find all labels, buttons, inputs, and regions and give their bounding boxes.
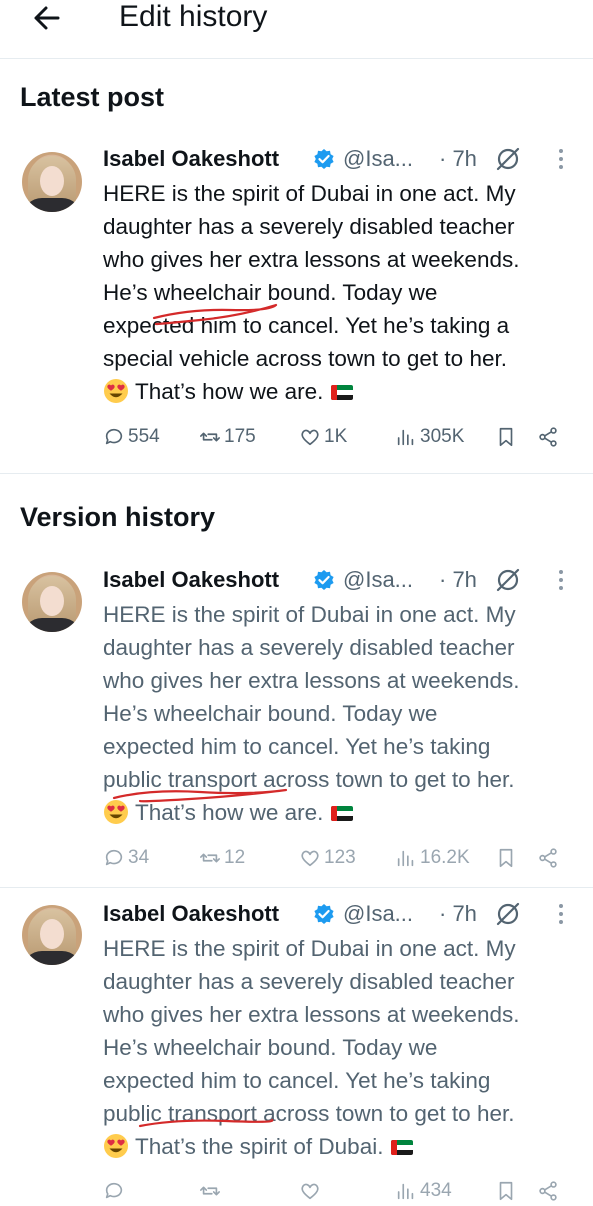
bookmark-button[interactable] — [495, 843, 520, 873]
divider — [0, 473, 593, 474]
more-icon[interactable] — [551, 565, 571, 595]
bookmark-icon — [499, 427, 513, 447]
divider — [0, 58, 593, 59]
avatar[interactable] — [22, 905, 82, 965]
latest-post-heading: Latest post — [20, 82, 165, 112]
heart-eyes-emoji — [104, 379, 128, 403]
like-icon — [301, 850, 319, 867]
avatar[interactable] — [22, 152, 82, 212]
repost-button[interactable] — [199, 1176, 224, 1206]
repost-icon — [200, 853, 220, 863]
author-name[interactable]: Isabel Oakeshott — [103, 565, 279, 595]
views-button[interactable]: 434 — [395, 1176, 452, 1206]
version-history-heading: Version history — [20, 502, 216, 532]
grok-icon[interactable] — [495, 901, 521, 927]
share-button[interactable] — [537, 843, 562, 873]
back-button[interactable] — [28, 0, 68, 36]
views-icon — [397, 429, 414, 446]
uae-flag-emoji — [391, 1140, 414, 1155]
post-text: HERE is the spirit of Dubai in one act. … — [103, 181, 520, 404]
repost-button[interactable]: 175 — [199, 422, 256, 452]
repost-icon — [200, 432, 220, 442]
post-text: HERE is the spirit of Dubai in one act. … — [103, 936, 520, 1159]
reply-icon — [105, 428, 123, 445]
share-button[interactable] — [537, 422, 562, 452]
reply-icon — [105, 849, 123, 866]
heart-eyes-emoji — [104, 1134, 128, 1158]
author-name[interactable]: Isabel Oakeshott — [103, 899, 279, 929]
bookmark-button[interactable] — [495, 1176, 520, 1206]
post-actions: 434 — [103, 1176, 573, 1206]
share-icon — [539, 427, 557, 447]
share-icon — [539, 848, 557, 868]
post-header: Isabel Oakeshott @Isa... · 7h — [103, 144, 583, 174]
like-icon — [301, 429, 319, 446]
author-handle[interactable]: @Isa... — [343, 565, 413, 595]
verified-badge-icon — [314, 904, 334, 924]
more-icon[interactable] — [551, 899, 571, 929]
more-icon[interactable] — [551, 144, 571, 174]
grok-icon[interactable] — [495, 567, 521, 593]
top-bar: Edit history — [0, 0, 593, 42]
views-button[interactable]: 16.2K — [395, 843, 470, 873]
divider — [0, 887, 593, 888]
post-actions: 554 175 1K 305K — [103, 422, 573, 452]
author-name[interactable]: Isabel Oakeshott — [103, 144, 279, 174]
post-actions: 34 12 123 16.2K — [103, 843, 573, 873]
uae-flag-emoji — [331, 806, 354, 821]
post-text: HERE is the spirit of Dubai in one act. … — [103, 602, 520, 825]
post-time[interactable]: · 7h — [439, 899, 477, 929]
uae-flag-emoji — [331, 385, 354, 400]
bookmark-button[interactable] — [495, 422, 520, 452]
reply-button[interactable]: 554 — [103, 422, 160, 452]
bookmark-icon — [499, 848, 513, 868]
verified-badge-icon — [314, 149, 334, 169]
back-arrow-icon — [34, 6, 60, 30]
reply-button[interactable] — [103, 1176, 128, 1206]
like-button[interactable]: 1K — [299, 422, 347, 452]
heart-eyes-emoji — [104, 800, 128, 824]
post-header: Isabel Oakeshott @Isa... · 7h — [103, 899, 583, 929]
post-time[interactable]: · 7h — [439, 565, 477, 595]
views-icon — [397, 850, 414, 867]
post-time[interactable]: · 7h — [439, 144, 477, 174]
like-button[interactable] — [299, 1176, 324, 1206]
verified-badge-icon — [314, 570, 334, 590]
views-button[interactable]: 305K — [395, 422, 464, 452]
grok-icon[interactable] — [495, 146, 521, 172]
share-button[interactable] — [537, 1176, 562, 1206]
author-handle[interactable]: @Isa... — [343, 899, 413, 929]
post-header: Isabel Oakeshott @Isa... · 7h — [103, 565, 583, 595]
repost-button[interactable]: 12 — [199, 843, 245, 873]
author-handle[interactable]: @Isa... — [343, 144, 413, 174]
avatar[interactable] — [22, 572, 82, 632]
page-title: Edit history — [119, 0, 268, 33]
like-button[interactable]: 123 — [299, 843, 356, 873]
reply-button[interactable]: 34 — [103, 843, 149, 873]
